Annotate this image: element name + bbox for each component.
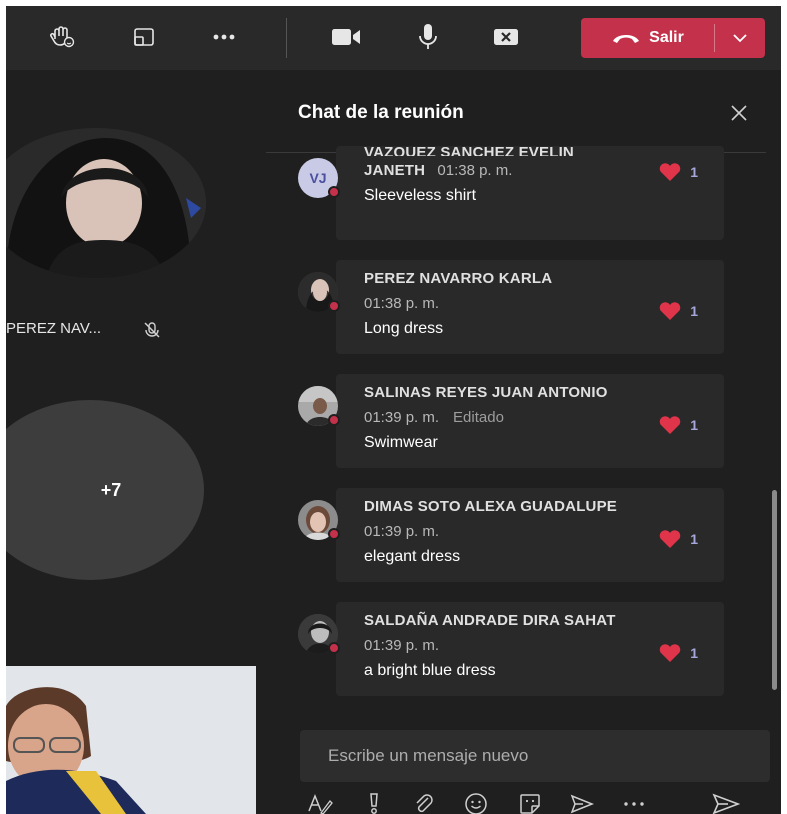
format-icon[interactable] <box>306 790 334 814</box>
more-participants-count: +7 <box>100 479 122 500</box>
camera-icon[interactable] <box>328 20 364 54</box>
teams-meeting-window: Salir PEREZ NAV... +7 Chat de la reunión… <box>6 6 781 814</box>
hang-up-icon <box>613 35 640 43</box>
participant-video-avatar[interactable] <box>6 128 206 278</box>
heart-icon <box>659 530 681 548</box>
message-author: SALDAÑA ANDRADE DIRA SAHAT <box>364 612 616 629</box>
chat-message[interactable]: VJ VAZQUEZ SANCHEZ EVELIN JANETH 01:38 p… <box>298 146 724 240</box>
status-dot <box>328 414 340 426</box>
message-meta: 01:39 p. m. Editado <box>364 409 696 426</box>
sticker-icon[interactable] <box>516 790 544 814</box>
message-meta: 01:39 p. m. <box>364 523 696 540</box>
heart-icon <box>659 163 681 181</box>
self-video-tile[interactable] <box>6 666 256 814</box>
close-icon[interactable] <box>724 98 754 128</box>
message-reaction[interactable]: 1 <box>658 415 698 435</box>
message-reaction[interactable]: 1 <box>658 301 698 321</box>
attach-icon[interactable] <box>410 790 438 814</box>
message-author: PEREZ NAVARRO KARLA <box>364 270 553 287</box>
message-time: 01:39 p. m. <box>364 637 440 654</box>
close-share-icon[interactable] <box>488 20 524 54</box>
message-meta: 01:39 p. m. <box>364 637 696 654</box>
mic-muted-icon <box>143 321 161 344</box>
more-participants-button[interactable]: +7 <box>6 400 204 580</box>
status-dot <box>328 528 340 540</box>
leave-button-group: Salir <box>581 18 765 58</box>
compose-toolbar <box>306 790 766 814</box>
heart-icon <box>659 416 681 434</box>
message-text: Long dress <box>364 320 444 337</box>
reaction-count: 1 <box>690 417 698 433</box>
heart-icon <box>659 302 681 320</box>
chat-scrollbar[interactable] <box>772 490 777 690</box>
reaction-count: 1 <box>690 164 698 180</box>
share-screen-icon[interactable] <box>126 20 162 54</box>
reaction-count: 1 <box>690 531 698 547</box>
chevron-down-icon <box>733 34 747 43</box>
toolbar-separator <box>286 18 287 58</box>
meeting-toolbar: Salir <box>6 6 781 70</box>
more-options-icon[interactable] <box>620 790 648 814</box>
chat-message[interactable]: DIMAS SOTO ALEXA GUADALUPE 01:39 p. m. e… <box>298 488 724 582</box>
reaction-count: 1 <box>690 303 698 319</box>
status-dot <box>328 186 340 198</box>
edited-label: Editado <box>453 409 504 426</box>
chat-message[interactable]: SALINAS REYES JUAN ANTONIO 01:39 p. m. Ed… <box>298 374 724 468</box>
message-time: 01:38 p. m. <box>437 162 513 179</box>
priority-icon[interactable] <box>360 790 388 814</box>
heart-icon <box>659 644 681 662</box>
message-time: 01:39 p. m. <box>364 409 440 426</box>
raise-hand-icon[interactable] <box>44 20 80 54</box>
message-text: Swimwear <box>364 434 438 451</box>
message-reaction[interactable]: 1 <box>658 529 698 549</box>
message-time: 01:38 p. m. <box>364 295 440 312</box>
chat-message[interactable]: SALDAÑA ANDRADE DIRA SAHAT 01:39 p. m. a… <box>298 602 724 696</box>
message-input[interactable] <box>300 730 770 782</box>
message-time: 01:39 p. m. <box>364 523 440 540</box>
chat-message[interactable]: PEREZ NAVARRO KARLA 01:38 p. m. Long dre… <box>298 260 724 354</box>
message-meta: JANETH 01:38 p. m. <box>364 162 696 179</box>
chat-title: Chat de la reunión <box>298 102 464 123</box>
participant-name: PEREZ NAV... <box>6 320 102 337</box>
message-text: elegant dress <box>364 548 461 565</box>
more-icon[interactable] <box>206 20 242 54</box>
send-icon[interactable] <box>712 790 740 814</box>
leave-button[interactable]: Salir <box>581 18 714 58</box>
compose-box[interactable] <box>300 730 770 782</box>
message-reaction[interactable]: 1 <box>658 643 698 663</box>
message-text: Sleeveless shirt <box>364 187 477 204</box>
message-author-cont: JANETH <box>364 162 426 179</box>
message-meta: 01:38 p. m. <box>364 295 696 312</box>
message-reaction[interactable]: 1 <box>658 162 698 182</box>
message-text: a bright blue dress <box>364 662 496 679</box>
message-author: SALINAS REYES JUAN ANTONIO <box>364 384 608 401</box>
message-author: DIMAS SOTO ALEXA GUADALUPE <box>364 498 617 515</box>
reaction-count: 1 <box>690 645 698 661</box>
message-author: VAZQUEZ SANCHEZ EVELIN <box>364 146 574 156</box>
leave-label: Salir <box>649 29 684 46</box>
meeting-stage: PEREZ NAV... +7 <box>6 70 264 814</box>
schedule-send-icon[interactable] <box>568 790 596 814</box>
chat-panel: Chat de la reunión VJ VAZQUEZ SANCHEZ EV… <box>266 70 781 814</box>
leave-options-button[interactable] <box>715 18 765 58</box>
status-dot <box>328 300 340 312</box>
chat-header: Chat de la reunión <box>266 70 766 152</box>
status-dot <box>328 642 340 654</box>
emoji-icon[interactable] <box>462 790 490 814</box>
microphone-icon[interactable] <box>410 20 446 54</box>
